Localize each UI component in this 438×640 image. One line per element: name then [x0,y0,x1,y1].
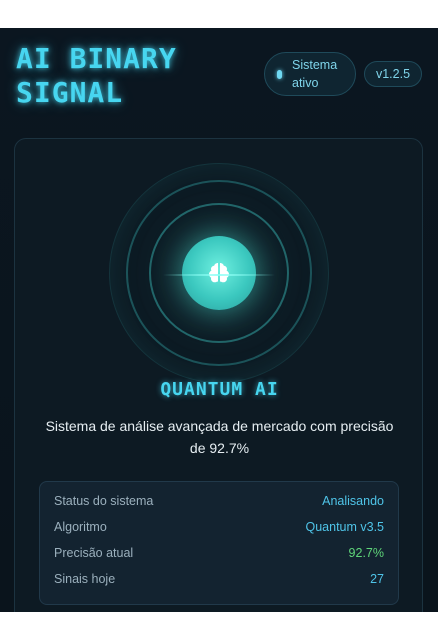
app-title: AI BINARY SIGNAL [16,42,177,109]
version-badge: v1.2.5 [364,61,422,87]
status-text: Sistema ativo [292,58,338,90]
stat-row-signals-today: Sinais hoje 27 [54,572,384,592]
orb-core [182,236,256,310]
system-status-badge: Sistema ativo [264,52,356,96]
header: AI BINARY SIGNAL Sistema ativo v1.2.5 [0,28,438,138]
quantum-ai-description: Sistema de análise avançada de mercado c… [45,418,394,456]
stat-label: Algoritmo [54,520,107,534]
stat-row-algorithm: Algoritmo Quantum v3.5 [54,520,384,540]
app-window: AI BINARY SIGNAL Sistema ativo v1.2.5 QU… [0,28,438,612]
quantum-ai-title: QUANTUM AI [160,379,279,400]
system-stats-panel: Status do sistema Analisando Algoritmo Q… [39,481,399,605]
quantum-ai-card: QUANTUM AI Sistema de análise avançada d… [14,138,423,612]
stat-value: 27 [370,572,384,586]
stat-row-status: Status do sistema Analisando [54,494,384,514]
stat-label: Status do sistema [54,494,154,508]
status-indicator-dot [277,69,282,79]
stat-value: Quantum v3.5 [305,520,384,534]
stat-label: Precisão atual [54,546,134,560]
stat-value: Analisando [322,494,384,508]
stat-label: Sinais hoje [54,572,116,586]
brain-icon [209,263,229,283]
ai-orb [15,139,424,383]
stat-value: 92.7% [348,546,384,560]
stat-row-accuracy: Precisão atual 92.7% [54,546,384,566]
orb-scan-line [163,274,275,276]
